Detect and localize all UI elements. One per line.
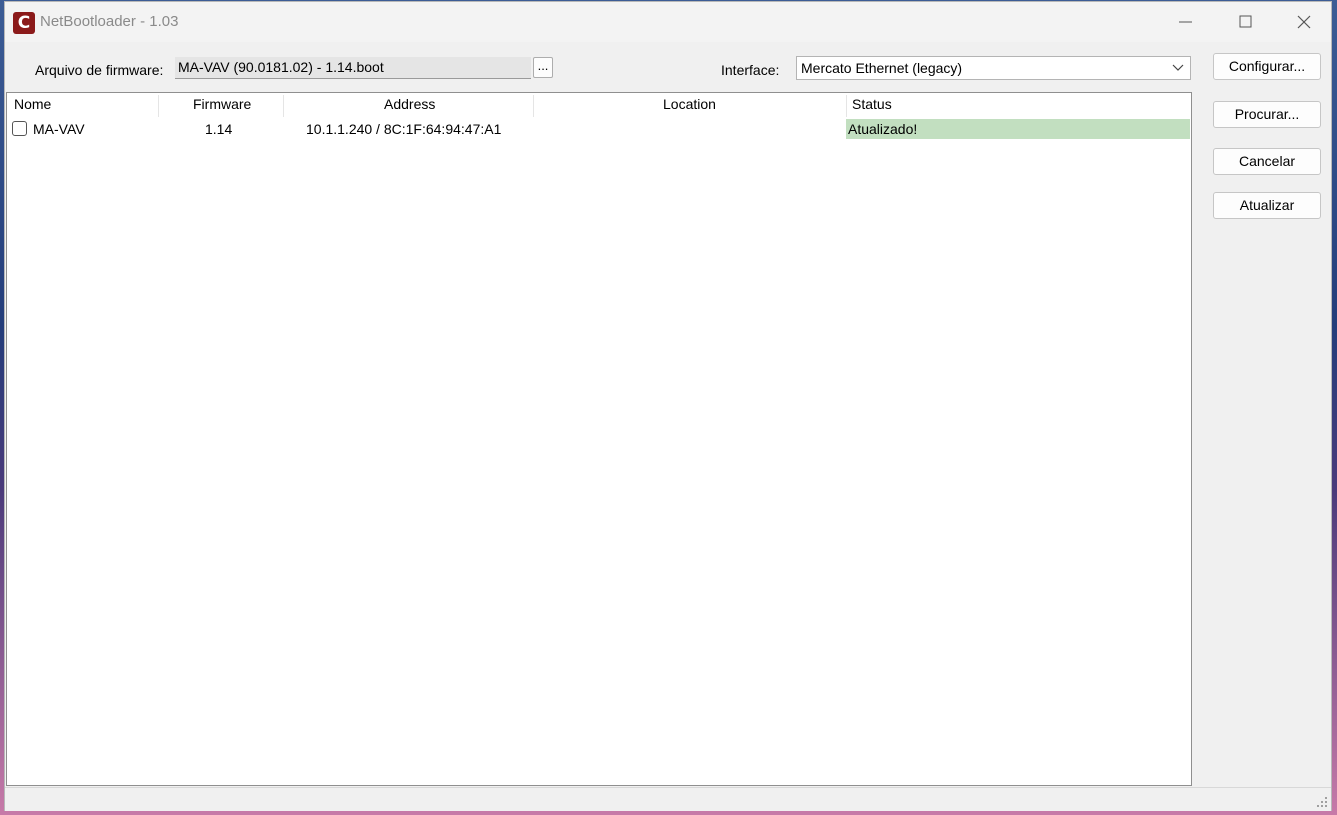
update-button[interactable]: Atualizar	[1213, 192, 1321, 219]
close-icon	[1297, 15, 1311, 29]
column-divider[interactable]	[158, 95, 159, 117]
maximize-icon	[1239, 15, 1252, 28]
interface-selected-value: Mercato Ethernet (legacy)	[801, 60, 963, 76]
interface-label: Interface:	[721, 62, 780, 78]
firmware-file-label: Arquivo de firmware:	[35, 62, 164, 78]
maximize-button[interactable]	[1217, 2, 1275, 42]
column-divider[interactable]	[846, 95, 847, 117]
device-status-badge: Atualizado!	[846, 119, 1190, 139]
interface-select[interactable]: Mercato Ethernet (legacy)	[796, 56, 1191, 80]
search-button[interactable]: Procurar...	[1213, 101, 1321, 128]
column-header-status[interactable]: Status	[852, 96, 892, 112]
device-firmware: 1.14	[205, 121, 233, 137]
minimize-button[interactable]	[1157, 2, 1215, 42]
cancel-button[interactable]: Cancelar	[1213, 148, 1321, 175]
minimize-icon	[1179, 21, 1192, 23]
column-header-name[interactable]: Nome	[14, 96, 51, 112]
row-select-checkbox[interactable]	[12, 121, 27, 136]
resize-grip-icon[interactable]	[1316, 796, 1328, 808]
configure-button[interactable]: Configurar...	[1213, 53, 1321, 80]
title-bar: C NetBootloader - 1.03	[5, 2, 1331, 42]
column-header-address[interactable]: Address	[384, 96, 435, 112]
column-divider[interactable]	[283, 95, 284, 117]
app-window: C NetBootloader - 1.03 Arquivo de firmwa…	[4, 1, 1332, 811]
chevron-down-icon	[1172, 64, 1184, 71]
device-address: 10.1.1.240 / 8C:1F:64:94:47:A1	[306, 121, 502, 137]
close-button[interactable]	[1275, 2, 1333, 42]
device-name: MA-VAV	[33, 121, 85, 137]
app-logo-icon: C	[13, 12, 35, 34]
column-divider[interactable]	[533, 95, 534, 117]
device-list[interactable]: Nome Firmware Address Location Status MA…	[6, 92, 1192, 786]
column-header-firmware[interactable]: Firmware	[193, 96, 251, 112]
column-header-location[interactable]: Location	[663, 96, 716, 112]
firmware-file-field[interactable]: MA-VAV (90.0181.02) - 1.14.boot	[175, 57, 531, 79]
status-bar	[5, 787, 1331, 811]
window-title: NetBootloader - 1.03	[40, 13, 179, 30]
browse-firmware-button[interactable]: ...	[533, 57, 553, 78]
